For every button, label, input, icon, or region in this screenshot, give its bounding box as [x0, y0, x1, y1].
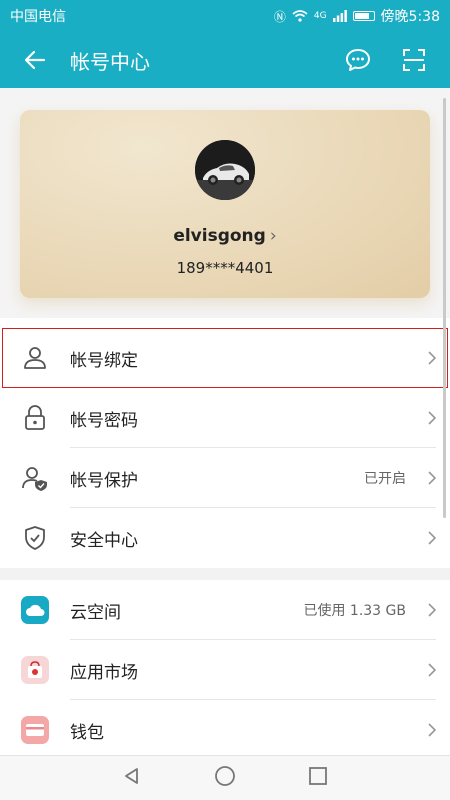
scrollbar[interactable]: [443, 98, 446, 518]
row-label: 帐号密码: [70, 410, 138, 431]
app-market-icon: [0, 656, 70, 684]
square-recents-icon: [309, 767, 327, 785]
battery-icon: [352, 11, 375, 21]
profile-card[interactable]: elvisgong › 189****4401: [20, 110, 430, 298]
profile-section: elvisgong › 189****4401: [0, 88, 450, 318]
system-nav-bar: [0, 755, 450, 800]
network-type-label: 4G: [313, 11, 327, 21]
content-area[interactable]: elvisgong › 189****4401 帐号绑定 帐号密码 帐号保护 已…: [0, 88, 450, 755]
wallet-icon: [0, 716, 70, 744]
row-label: 钱包: [70, 722, 104, 743]
storage-usage: 已使用 1.33 GB: [303, 603, 406, 619]
car-photo: [195, 140, 255, 200]
back-button[interactable]: [0, 32, 70, 88]
app-market-row[interactable]: 应用市场: [0, 640, 450, 700]
account-protection-row[interactable]: 帐号保护 已开启: [0, 448, 450, 508]
row-label: 安全中心: [70, 530, 138, 551]
shield-check-icon: [0, 525, 70, 551]
triangle-back-icon: [125, 768, 138, 784]
carrier-label: 中国电信: [10, 9, 66, 25]
row-label: 应用市场: [70, 662, 138, 683]
chat-bubble-icon: [346, 49, 370, 71]
chevron-right-icon: [414, 722, 450, 738]
username-text: elvisgong: [173, 226, 266, 246]
protection-status: 已开启: [364, 471, 406, 487]
nfc-icon: Ⓝ: [273, 9, 286, 24]
signal-icon: [332, 10, 347, 22]
circle-home-icon: [215, 766, 235, 786]
account-settings-list: 帐号绑定 帐号密码 帐号保护 已开启 安全中心: [0, 328, 450, 568]
chevron-right-icon: [414, 530, 450, 546]
security-center-row[interactable]: 安全中心: [0, 508, 450, 568]
status-bar: 中国电信 Ⓝ 4G 傍晚5:38: [0, 0, 450, 32]
account-password-row[interactable]: 帐号密码: [0, 388, 450, 448]
person-icon: [0, 345, 70, 371]
wallet-row[interactable]: 钱包: [0, 700, 450, 755]
arrow-left-icon: [24, 50, 46, 70]
person-shield-icon: [0, 465, 70, 491]
chevron-right-icon: [414, 602, 450, 618]
lock-icon: [0, 405, 70, 431]
app-bar: 帐号中心: [0, 32, 450, 88]
phone-number: 189****4401: [176, 259, 274, 277]
chevron-right-icon: ›: [269, 226, 277, 246]
clock: 傍晚5:38: [380, 9, 440, 25]
row-label: 云空间: [70, 602, 121, 623]
page-title: 帐号中心: [70, 49, 150, 74]
row-label: 帐号绑定: [70, 350, 138, 371]
account-binding-row[interactable]: 帐号绑定: [0, 328, 450, 388]
scan-icon: [403, 49, 425, 71]
row-label: 帐号保护: [70, 470, 138, 491]
cloud-app-icon: [0, 596, 70, 624]
avatar[interactable]: [195, 140, 255, 200]
nav-back-button[interactable]: [122, 766, 142, 790]
nav-home-button[interactable]: [214, 765, 236, 791]
chevron-right-icon: [414, 662, 450, 678]
scan-button[interactable]: [386, 32, 442, 88]
messages-button[interactable]: [330, 32, 386, 88]
section-gap: [0, 568, 450, 580]
cloud-space-row[interactable]: 云空间 已使用 1.33 GB: [0, 580, 450, 640]
status-icons: Ⓝ 4G 傍晚5:38: [274, 6, 440, 26]
wifi-icon: [292, 10, 308, 22]
username[interactable]: elvisgong ›: [20, 226, 430, 246]
services-list: 云空间 已使用 1.33 GB 应用市场 钱包: [0, 580, 450, 755]
nav-recents-button[interactable]: [308, 766, 328, 790]
